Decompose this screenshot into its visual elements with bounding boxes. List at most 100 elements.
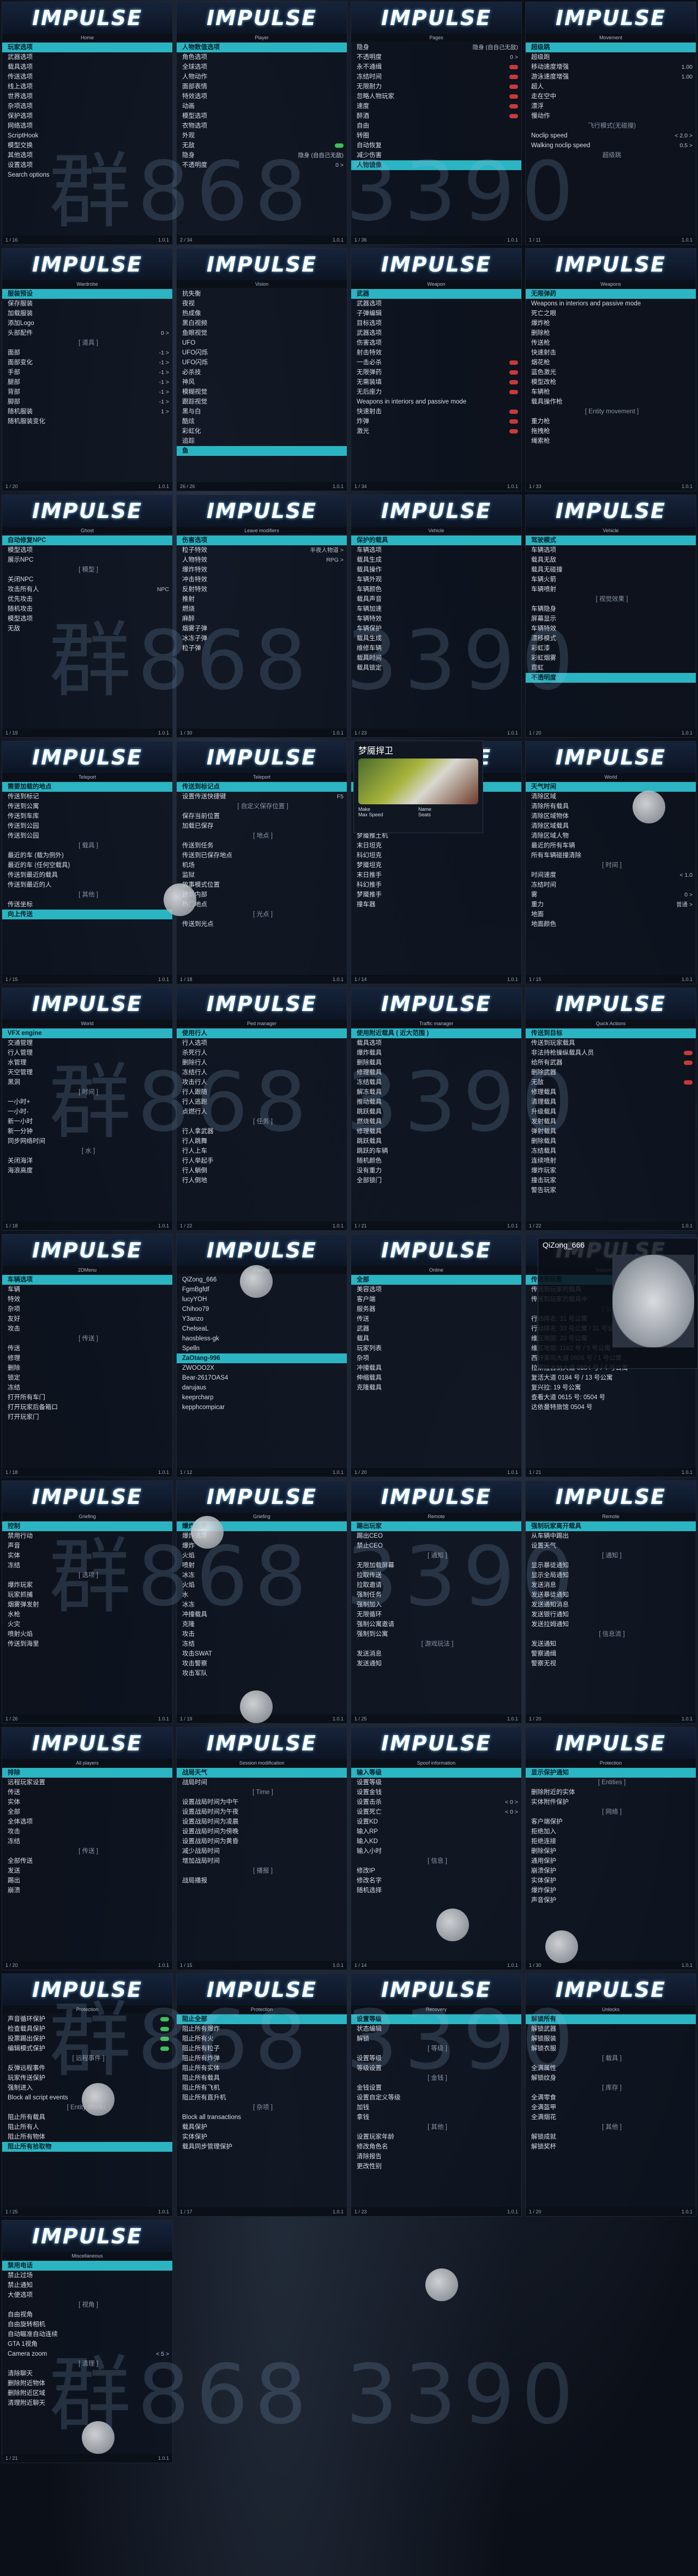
menu-item[interactable]: 保存当前位置 — [177, 811, 347, 821]
menu-item[interactable]: 快速射击 — [526, 348, 696, 358]
menu-item[interactable]: 需要加载的地点 — [2, 782, 172, 792]
menu-item[interactable]: 科幻坦克 — [351, 851, 521, 860]
menu-item[interactable]: 隐身 隐身 (自自己无敌) — [351, 43, 521, 52]
menu-item[interactable]: 爆炸载具 — [351, 1048, 521, 1058]
menu-item[interactable]: 设置KD — [351, 1817, 521, 1827]
menu-item[interactable]: 攻击行人 — [177, 1078, 347, 1087]
menu-item[interactable]: 阻止所有载具 — [177, 2073, 347, 2083]
menu-item[interactable]: 禁止过场 — [2, 2271, 172, 2280]
menu-item[interactable]: 动画 — [177, 101, 347, 111]
menu-item[interactable]: 爆炸保护 — [526, 1886, 696, 1895]
menu-item[interactable]: 喷射火焰 — [2, 1629, 172, 1639]
menu-item[interactable]: 杂项 — [2, 1304, 172, 1314]
menu-item[interactable]: 载具生成 — [351, 555, 521, 565]
menu-item[interactable]: 实体附件保护 — [526, 1797, 696, 1807]
menu-item[interactable]: 解锁服装 — [526, 2034, 696, 2044]
menu-item[interactable]: 车辆火箭 — [526, 575, 696, 585]
menu-item[interactable]: 黑洞 — [2, 1078, 172, 1087]
menu-item[interactable]: 黑白视频 — [177, 318, 347, 328]
menu-item[interactable]: 目标选项 — [351, 318, 521, 328]
menu-item[interactable]: 战局播报 — [177, 1876, 347, 1886]
menu-item[interactable]: 无敌 — [2, 624, 172, 634]
menu-item[interactable]: 无限加载屏幕 — [351, 1561, 521, 1570]
menu-item[interactable]: Bear-2617OAS4 — [177, 1373, 347, 1383]
menu-item[interactable]: 反弹远程事件 — [2, 2063, 172, 2073]
menu-item[interactable]: 设置击杀 < 0 > — [351, 1797, 521, 1807]
menu-item[interactable]: Y3anzo — [177, 1314, 347, 1324]
menu-item[interactable]: 发送通知 — [526, 1639, 696, 1649]
menu-item[interactable]: 清除所有载具 — [526, 802, 696, 811]
menu-item[interactable]: 修改角色名 — [351, 2142, 521, 2152]
menu-item[interactable]: 冰冻子弹 — [177, 634, 347, 643]
menu-item[interactable]: 夜视 — [177, 299, 347, 309]
menu-item[interactable]: 地面颜色 — [526, 919, 696, 929]
menu-item[interactable]: 车辆选项 — [2, 1275, 172, 1285]
menu-item[interactable]: 传送 — [2, 1787, 172, 1797]
menu-item[interactable]: 特效 — [2, 1295, 172, 1304]
menu-item[interactable]: 保护的载具 — [351, 535, 521, 545]
menu-item[interactable]: 载具 — [351, 1334, 521, 1344]
menu-item[interactable]: 打开玩家门 — [2, 1412, 172, 1422]
menu-item[interactable]: 设置传送快捷键 F5 — [177, 792, 347, 802]
menu-item[interactable]: 人物特效 RPG > — [177, 555, 347, 565]
menu-item[interactable]: 行人管理 — [2, 1048, 172, 1058]
menu-item[interactable]: 玩家列表 — [351, 1344, 521, 1353]
menu-item[interactable]: 水管理 — [2, 1058, 172, 1068]
menu-item[interactable]: 黑与白 — [177, 407, 347, 417]
menu-item[interactable]: 行人跟随 — [177, 1087, 347, 1097]
menu-item[interactable]: ZWOOO2X — [177, 1363, 347, 1373]
menu-item[interactable]: 保护选项 — [2, 111, 172, 121]
menu-item[interactable]: 服装预设 — [2, 289, 172, 299]
menu-item[interactable]: 大便选项 — [2, 2290, 172, 2300]
menu-item[interactable]: 车辆选项 — [351, 545, 521, 555]
menu-item[interactable]: 删除 — [2, 1363, 172, 1373]
menu-item[interactable]: 点燃行人 — [177, 1107, 347, 1117]
menu-item[interactable]: 脚部 -1 > — [2, 397, 172, 407]
menu-item[interactable]: 梦魇推手 — [351, 890, 521, 900]
menu-item[interactable]: 火焰 — [177, 1580, 347, 1590]
menu-item[interactable]: 发送消息 — [351, 1649, 521, 1659]
menu-item[interactable]: 发送通知消息 — [526, 1600, 696, 1610]
menu-item[interactable]: VFX engine — [2, 1028, 172, 1038]
menu-item[interactable]: 攻击 — [2, 1324, 172, 1334]
menu-item[interactable]: 人物动作 — [177, 72, 347, 82]
menu-item[interactable]: 热成像 — [177, 309, 347, 318]
menu-item[interactable]: 阻止所有爆炸 — [177, 2024, 347, 2034]
menu-item[interactable]: 解冻载具 — [351, 1087, 521, 1097]
menu-item[interactable]: 载具操作枪 — [526, 397, 696, 407]
menu-item[interactable]: 警察通缉 — [526, 1649, 696, 1659]
menu-item[interactable]: 行人跳舞 — [177, 1136, 347, 1146]
menu-item[interactable]: 全球选项 — [177, 62, 347, 72]
menu-item[interactable]: 清理附近聊天 — [2, 2398, 172, 2408]
menu-item[interactable]: 无限弹药 — [526, 289, 696, 299]
menu-item[interactable]: 霓虹 — [526, 663, 696, 673]
menu-item[interactable]: 全部 — [351, 1275, 521, 1285]
menu-item[interactable]: 无敌 — [526, 1078, 696, 1087]
menu-item[interactable]: 粒子弹 — [177, 643, 347, 653]
menu-item[interactable]: 冻结载具 — [526, 1146, 696, 1156]
menu-item[interactable]: 查看大道 0615 号: 0504 号 — [526, 1393, 696, 1403]
menu-item[interactable]: 弹射载具 — [526, 1127, 696, 1136]
menu-item[interactable]: 跳跃载具 — [351, 1136, 521, 1146]
menu-item[interactable]: 粒子特效 半夜人物道 > — [177, 545, 347, 555]
menu-item[interactable]: 删除附近区域 — [2, 2388, 172, 2398]
menu-item[interactable]: 热门地点 — [177, 900, 347, 910]
menu-item[interactable]: 发送拉姆通知 — [526, 1620, 696, 1629]
toggle-switch[interactable] — [509, 380, 518, 384]
menu-item[interactable]: 冻结 — [2, 1837, 172, 1846]
menu-item[interactable]: 拉取邀请 — [351, 1580, 521, 1590]
menu-item[interactable]: 射击特效 — [351, 348, 521, 358]
menu-item[interactable]: 麻醉 — [177, 614, 347, 624]
menu-item[interactable]: 减少伤害 — [351, 151, 521, 160]
menu-item[interactable]: 追踪 — [177, 436, 347, 446]
toggle-switch[interactable] — [160, 2027, 169, 2031]
menu-item[interactable]: 不透明度 0 > — [351, 52, 521, 62]
menu-item[interactable]: 崩溃 — [2, 1886, 172, 1895]
menu-item[interactable]: 自动修复NPC — [2, 535, 172, 545]
menu-item[interactable]: 无限弹药 — [351, 368, 521, 377]
menu-item[interactable]: 状态编辑 — [351, 2024, 521, 2034]
toggle-switch[interactable] — [509, 85, 518, 89]
menu-item[interactable]: 超级跑 — [526, 52, 696, 62]
menu-item[interactable]: 彩虹漆 — [526, 643, 696, 653]
menu-item[interactable]: 客户端保护 — [526, 1817, 696, 1827]
